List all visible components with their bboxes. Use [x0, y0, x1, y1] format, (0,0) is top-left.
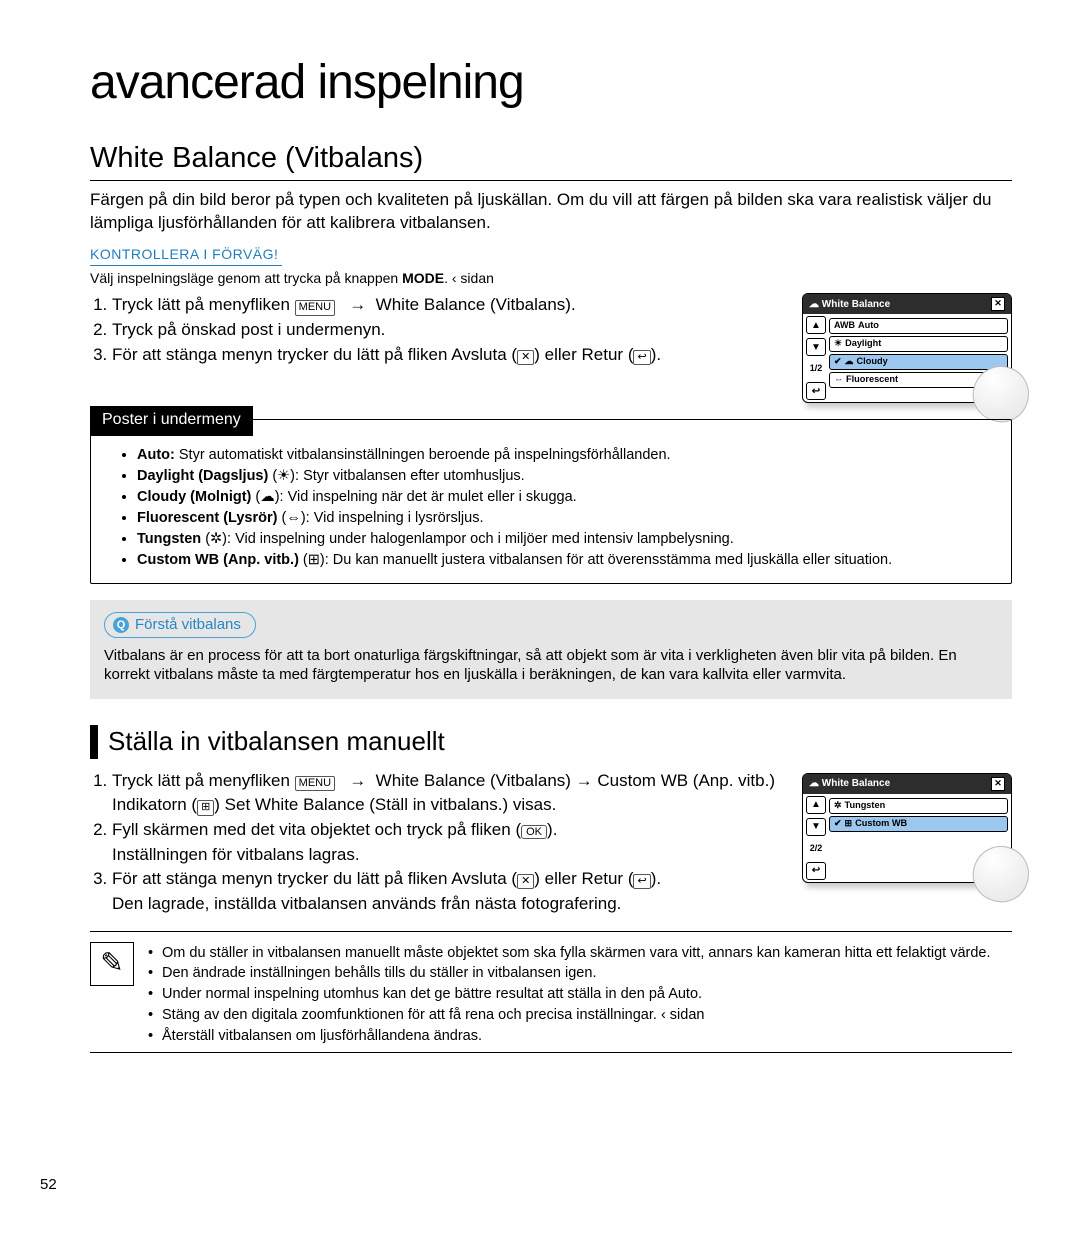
- wb-set-icon: ⊞: [197, 800, 214, 815]
- device1-up-icon[interactable]: ▲: [806, 316, 826, 334]
- note-block: ✎ Om du ställer in vitbalansen manuellt …: [90, 931, 1012, 1048]
- device2-down-icon[interactable]: ▼: [806, 818, 826, 836]
- device2-up-icon[interactable]: ▲: [806, 796, 826, 814]
- step2-3: För att stänga menyn trycker du lätt på …: [112, 867, 796, 916]
- menu-icon: MENU: [295, 300, 335, 315]
- note-item: Den ändrade inställningen behålls tills …: [148, 964, 991, 983]
- submenu-list: Auto: Styr automatiskt vitbalansinställn…: [107, 446, 995, 569]
- ok-button-icon: OK: [521, 825, 547, 839]
- device1-page-indicator: 1/2: [806, 360, 826, 378]
- note-item: Stäng av den digitala zoomfunktionen för…: [148, 1006, 991, 1025]
- device1-return-icon[interactable]: ↩: [806, 382, 826, 400]
- magnifier-icon: Q: [113, 617, 129, 633]
- device2-close-icon[interactable]: ✕: [991, 777, 1005, 791]
- preflight-line: Välj inspelningsläge genom att trycka på…: [90, 269, 1012, 287]
- return-icon: ↩: [633, 350, 650, 365]
- chapter-title: avancerad inspelning: [90, 52, 1012, 114]
- device-panel-2: ☁ White Balance ✕ ▲ ▼ 2/2 ↩ ✲ Tungsten ✔ …: [802, 773, 1012, 883]
- section-title: White Balance (Vitbalans): [90, 140, 1012, 181]
- device-option[interactable]: ☀ Daylight: [829, 336, 1008, 352]
- procedure-2: Tryck lätt på menyfliken MENU → White Ba…: [90, 769, 802, 917]
- device-option[interactable]: ⇔ Fluorescent: [829, 372, 1008, 388]
- device-panel-1: ☁ White Balance ✕ ▲ ▼ 1/2 ↩ AWB Auto ☀ Da…: [802, 293, 1012, 403]
- step-2: Tryck på önskad post i undermenyn.: [112, 318, 796, 343]
- device2-return-icon[interactable]: ↩: [806, 862, 826, 880]
- preflight-tag: KONTROLLERA I FÖRVÄG!: [90, 245, 282, 266]
- step-1: Tryck lätt på menyfliken MENU → White Ba…: [112, 293, 796, 318]
- return-icon: ↩: [633, 874, 650, 889]
- close-icon: ✕: [517, 874, 534, 889]
- device2-title: ☁ White Balance: [809, 777, 890, 790]
- submenu-item: Cloudy (Molnigt) (☁): Vid inspelning när…: [137, 488, 995, 507]
- device2-side: ▲ ▼ 2/2 ↩: [803, 794, 829, 882]
- device1-title: ☁ White Balance: [809, 298, 890, 311]
- note-item: Återställ vitbalansen om ljusförhållande…: [148, 1027, 991, 1046]
- submenu-box: Poster i undermeny Auto: Styr automatisk…: [90, 419, 1012, 584]
- bottom-rule: [90, 1052, 1012, 1053]
- device-option[interactable]: AWB Auto: [829, 318, 1008, 334]
- device-option[interactable]: ✲ Tungsten: [829, 798, 1008, 814]
- tip-box: Q Förstå vitbalans Vitbalans är en proce…: [90, 600, 1012, 699]
- step2-1: Tryck lätt på menyfliken MENU → White Ba…: [112, 769, 796, 818]
- step2-2: Fyll skärmen med det vita objektet och t…: [112, 818, 796, 867]
- intro-text: Färgen på din bild beror på typen och kv…: [90, 189, 1012, 235]
- device1-option-list: AWB Auto ☀ Daylight ✔ ☁ Cloudy ⇔ Fluorescen…: [829, 314, 1011, 402]
- menu-icon: MENU: [295, 776, 335, 791]
- device1-down-icon[interactable]: ▼: [806, 338, 826, 356]
- tip-pill: Q Förstå vitbalans: [104, 612, 256, 638]
- device-option[interactable]: ✔ ☁ Cloudy: [829, 354, 1008, 370]
- device1-close-icon[interactable]: ✕: [991, 297, 1005, 311]
- manual-heading: Ställa in vitbalansen manuellt: [90, 725, 1012, 759]
- tip-body: Vitbalans är en process för att ta bort …: [104, 646, 998, 685]
- page-number: 52: [40, 1175, 57, 1195]
- submenu-item: Daylight (Dagsljus) (☀): Styr vitbalanse…: [137, 467, 995, 486]
- note-item: Under normal inspelning utomhus kan det …: [148, 985, 991, 1004]
- submenu-item: Auto: Styr automatiskt vitbalansinställn…: [137, 446, 995, 465]
- device2-option-list: ✲ Tungsten ✔ ⊞ Custom WB: [829, 794, 1011, 882]
- submenu-tab: Poster i undermeny: [90, 406, 253, 436]
- pencil-note-icon: ✎: [90, 942, 134, 986]
- note-list: Om du ställer in vitbalansen manuellt må…: [148, 942, 991, 1048]
- note-item: Om du ställer in vitbalansen manuellt må…: [148, 944, 991, 963]
- device1-side: ▲ ▼ 1/2 ↩: [803, 314, 829, 402]
- procedure-1: Tryck lätt på menyfliken MENU → White Ba…: [90, 293, 802, 367]
- device-option[interactable]: ✔ ⊞ Custom WB: [829, 816, 1008, 832]
- close-icon: ✕: [517, 350, 534, 365]
- step-3: För att stänga menyn trycker du lätt på …: [112, 343, 796, 368]
- device2-page-indicator: 2/2: [806, 840, 826, 858]
- submenu-item: Custom WB (Anp. vitb.) (⊞): Du kan manue…: [137, 551, 995, 570]
- submenu-item: Fluorescent (Lysrör) (⇔): Vid inspelning…: [137, 509, 995, 528]
- submenu-item: Tungsten (✲): Vid inspelning under halog…: [137, 530, 995, 549]
